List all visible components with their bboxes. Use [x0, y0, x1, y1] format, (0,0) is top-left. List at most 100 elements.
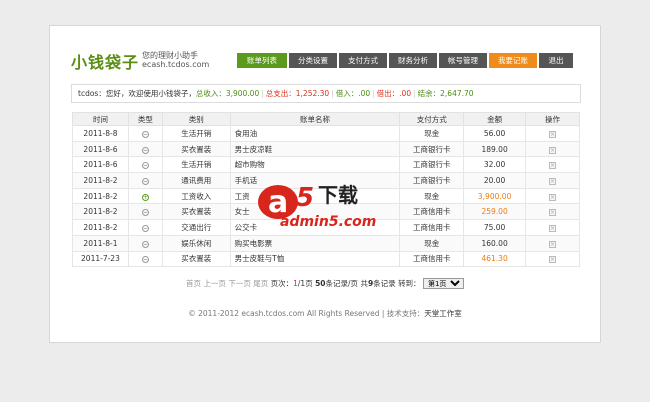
cell-date: 2011-8-6	[72, 156, 129, 174]
expense-type-icon: −	[141, 162, 149, 170]
footer-studio[interactable]: 天堂工作室	[424, 309, 462, 318]
income-label: 总收入：	[195, 89, 226, 98]
per-page-value: 50	[315, 279, 326, 288]
cell-payment: 工商银行卡	[399, 172, 465, 189]
cell-category: 买衣置装	[161, 140, 231, 158]
cell-category: 交通出行	[161, 219, 231, 236]
cell-payment: 工商银行卡	[399, 140, 465, 158]
delete-icon[interactable]: ×	[549, 256, 557, 264]
cell-category: 娱乐休闲	[161, 234, 231, 252]
cell-actions: ×	[525, 156, 580, 174]
table-row: 2011-8-6 − 生活开销 超市购物 工商银行卡 32.00 ×	[72, 156, 580, 174]
expense-type-icon: −	[141, 177, 149, 185]
slogan-line-1: 您的理财小助手	[142, 51, 198, 60]
nav-bill-list[interactable]: 账单列表	[237, 53, 287, 68]
cell-date: 2011-7-23	[72, 250, 129, 268]
cell-payment: 现金	[399, 125, 465, 142]
cell-amount: 75.00	[463, 219, 527, 236]
main-nav: 账单列表 分类设置 支付方式 财务分析 帐号管理 我要记账 退出	[237, 53, 575, 68]
cell-name: 超市购物	[229, 156, 401, 174]
expense-type-icon: −	[141, 146, 149, 154]
income-type-icon: +	[141, 193, 149, 201]
cell-payment: 工商信用卡	[399, 219, 465, 236]
cell-actions: ×	[525, 203, 580, 221]
table-row: 2011-7-23 − 买衣置装 男士皮鞋与T恤 工商信用卡 461.30 ×	[72, 250, 580, 268]
col-name: 账单名称	[229, 112, 401, 126]
col-type: 类型	[127, 112, 163, 126]
delete-icon[interactable]: ×	[549, 240, 557, 248]
watermark-xiazai: 下载	[318, 183, 358, 207]
nav-add-record[interactable]: 我要记账	[489, 53, 537, 68]
nav-logout[interactable]: 退出	[539, 53, 573, 68]
expense-type-icon: −	[141, 130, 149, 138]
nav-payment-methods[interactable]: 支付方式	[339, 53, 387, 68]
expense-label: 总支出：	[265, 89, 296, 98]
cell-type: −	[127, 234, 163, 252]
nav-account-management[interactable]: 帐号管理	[439, 53, 487, 68]
total-label: 共	[360, 279, 368, 288]
col-category: 类别	[161, 112, 231, 126]
slogan-line-2: ecash.tcdos.com	[142, 60, 210, 69]
balance-label: 结余：	[417, 89, 441, 98]
delete-icon[interactable]: ×	[549, 162, 557, 170]
footer: © 2011-2012 ecash.tcdos.com All Rights R…	[50, 308, 600, 319]
cell-category: 生活开销	[161, 156, 231, 174]
page-total: /1页	[297, 279, 313, 288]
table-row: 2011-8-6 − 买衣置装 男士皮凉鞋 工商银行卡 189.00 ×	[72, 140, 580, 158]
col-actions: 操作	[525, 112, 580, 126]
income-value: 3,900.00	[225, 89, 260, 98]
cell-amount: 32.00	[463, 156, 527, 174]
cell-amount: 56.00	[463, 125, 527, 142]
delete-icon[interactable]: ×	[549, 130, 557, 138]
logo: 小钱袋子	[71, 53, 140, 72]
slogan: 您的理财小助手 ecash.tcdos.com	[142, 51, 209, 69]
pager-first[interactable]: 首页	[186, 279, 201, 288]
delete-icon[interactable]: ×	[549, 209, 557, 217]
cell-category: 买衣置装	[161, 250, 231, 268]
col-date: 时间	[72, 112, 129, 126]
cell-amount: 160.00	[463, 234, 527, 252]
nav-financial-analysis[interactable]: 财务分析	[389, 53, 437, 68]
cell-category: 工资收入	[161, 187, 231, 205]
cell-payment: 工商银行卡	[399, 156, 465, 174]
watermark-logo: a 5 下载 admin5.com	[258, 183, 376, 230]
cell-date: 2011-8-8	[72, 125, 129, 142]
cell-category: 通讯费用	[161, 172, 231, 189]
pager-last[interactable]: 尾页	[253, 279, 268, 288]
cell-name: 购买电影票	[229, 234, 401, 252]
delete-icon[interactable]: ×	[549, 224, 557, 232]
expense-type-icon: −	[141, 224, 149, 232]
delete-icon[interactable]: ×	[549, 146, 557, 154]
cell-amount: 259.00	[463, 203, 527, 221]
pagination: 首页 上一页 下一页 尾页 页次：1/1页 50条记录/页 共9条记录 转到： …	[50, 278, 600, 289]
cell-actions: ×	[525, 187, 580, 205]
pager-prev[interactable]: 上一页	[203, 279, 226, 288]
pager-next[interactable]: 下一页	[228, 279, 251, 288]
delete-icon[interactable]: ×	[549, 193, 557, 201]
borrow-label: 借出：	[376, 89, 400, 98]
nav-category-settings[interactable]: 分类设置	[289, 53, 337, 68]
cell-name: 食用油	[229, 125, 401, 142]
cell-type: −	[127, 125, 163, 142]
cell-actions: ×	[525, 250, 580, 268]
col-payment: 支付方式	[399, 112, 465, 126]
page-label: 页次：	[270, 279, 294, 288]
page-jump-select[interactable]: 第1页	[422, 278, 464, 289]
cell-amount: 3,900.00	[463, 187, 527, 205]
footer-copyright: © 2011-2012 ecash.tcdos.com All Rights R…	[188, 309, 425, 318]
col-amount: 金额	[463, 112, 527, 126]
cell-amount: 189.00	[463, 140, 527, 158]
cell-payment: 现金	[399, 234, 465, 252]
table-row: 2011-8-8 − 生活开销 食用油 现金 56.00 ×	[72, 125, 580, 142]
cell-payment: 工商信用卡	[399, 203, 465, 221]
table-header-row: 时间 类型 类别 账单名称 支付方式 金额 操作	[72, 112, 580, 126]
cell-type: −	[127, 172, 163, 189]
lend-label: 借入：	[335, 89, 359, 98]
per-page-label: 条记录/页	[325, 279, 359, 288]
cell-name: 男士皮凉鞋	[229, 140, 401, 158]
expense-type-icon: −	[141, 209, 149, 217]
cell-payment: 工商信用卡	[399, 250, 465, 268]
cell-actions: ×	[525, 234, 580, 252]
cell-payment: 现金	[399, 187, 465, 205]
delete-icon[interactable]: ×	[549, 177, 557, 185]
